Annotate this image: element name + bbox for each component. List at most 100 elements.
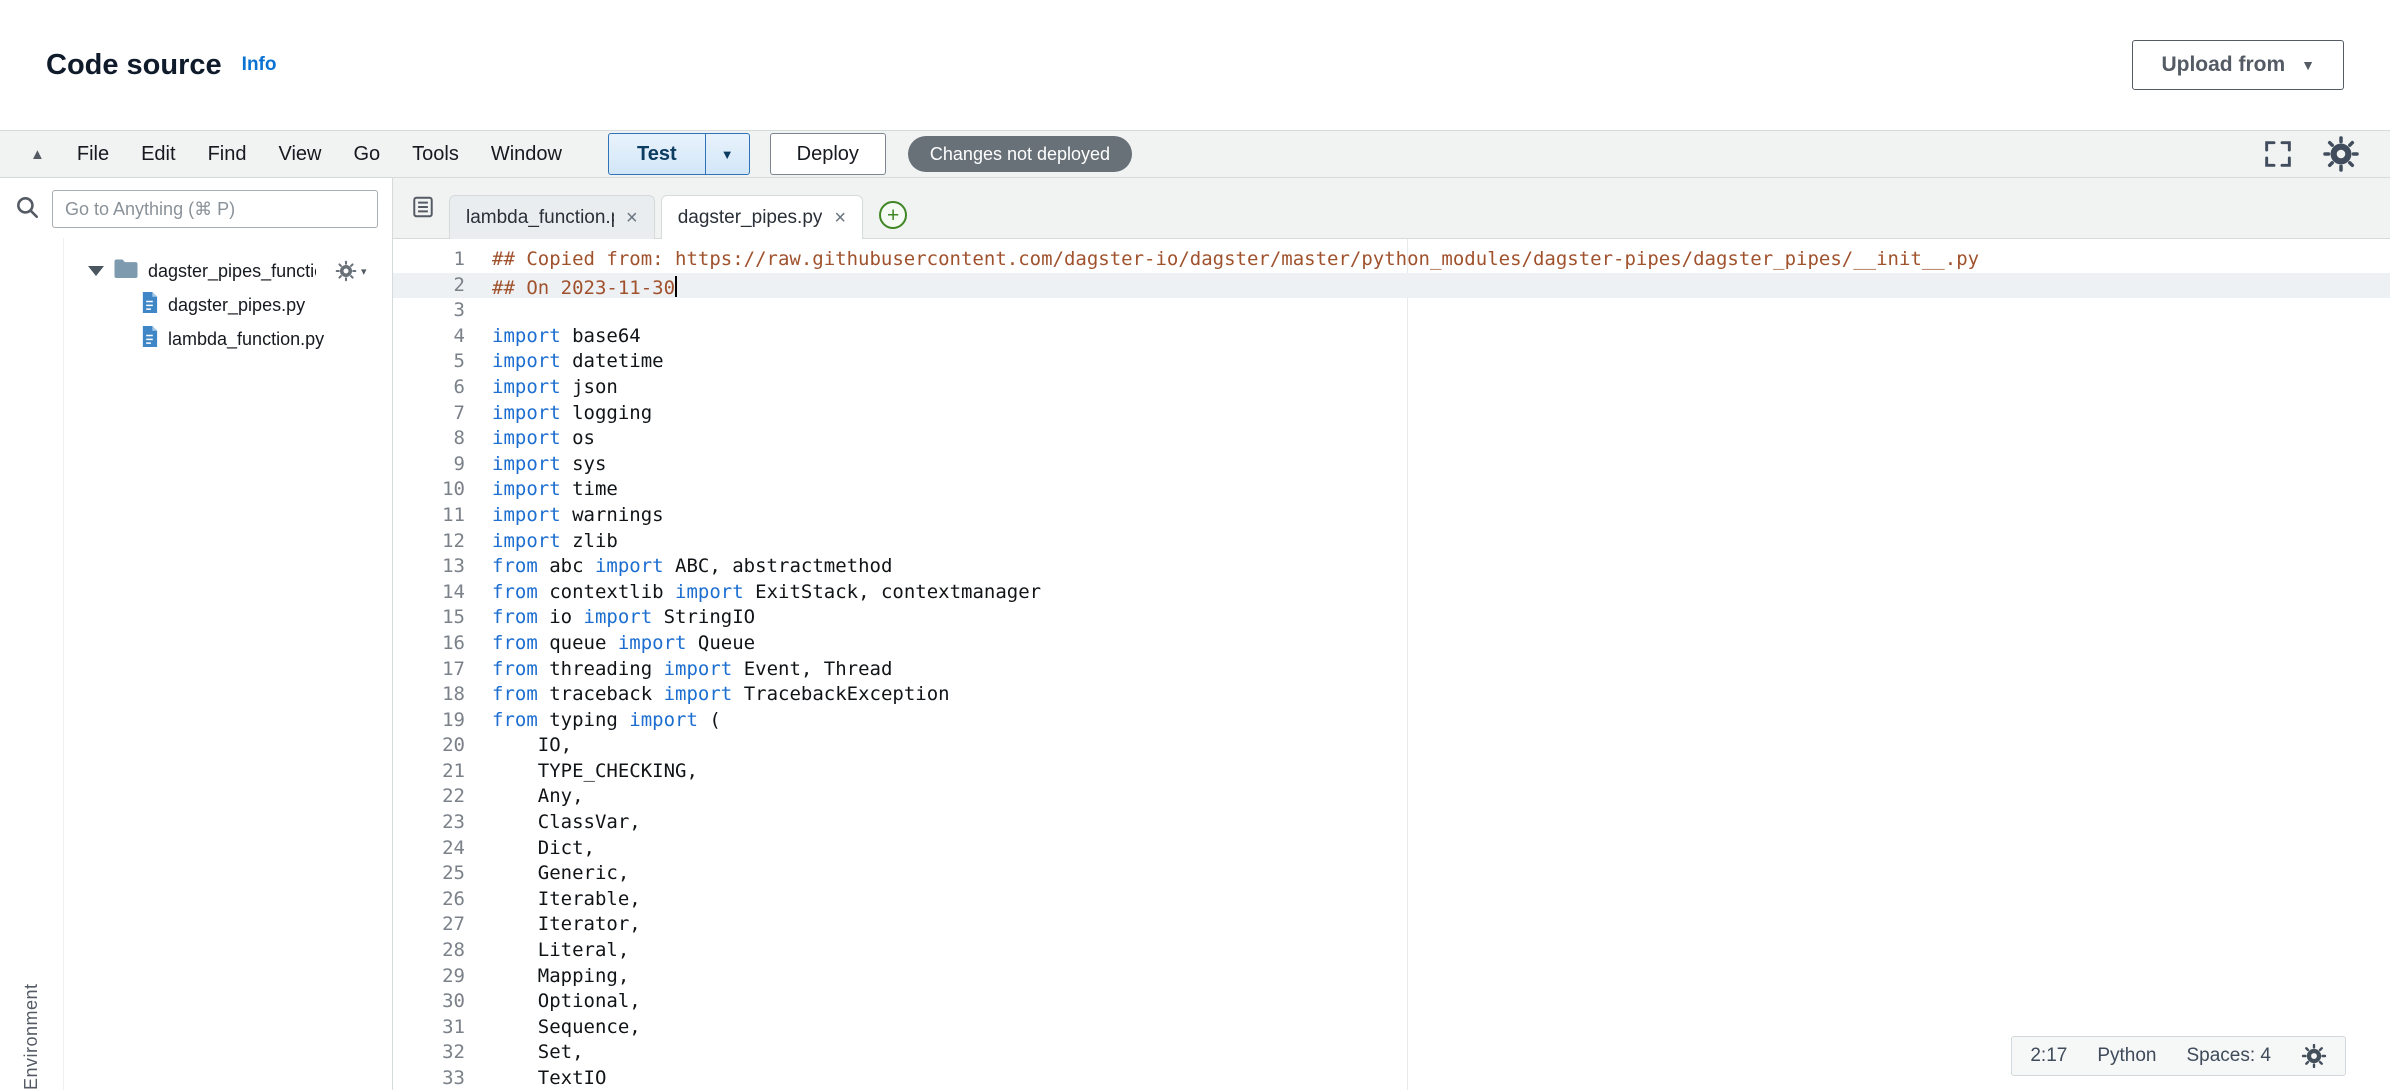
menu-file[interactable]: File — [61, 131, 125, 177]
line-number: 18 — [393, 682, 465, 708]
code-line: 24 Dict, — [393, 836, 2390, 862]
environment-strip: Environment — [0, 238, 64, 1090]
collapse-toolbar-icon[interactable]: ▲ — [30, 146, 45, 163]
tab-label: lambda_function.py — [466, 207, 614, 229]
sidebar: Environment dagster_pipes_function — [0, 178, 393, 1090]
line-number: 16 — [393, 631, 465, 657]
add-tab-icon[interactable]: + — [879, 201, 907, 229]
code-line: 15from io import StringIO — [393, 605, 2390, 631]
code-line: 29 Mapping, — [393, 964, 2390, 990]
statusbar-gear-icon[interactable] — [2301, 1043, 2327, 1069]
line-number: 1 — [393, 247, 465, 273]
editor-menubar: ▲ File Edit Find View Go Tools Window Te… — [0, 130, 2390, 178]
goto-anything-input[interactable] — [52, 190, 378, 228]
code-line: 30 Optional, — [393, 989, 2390, 1015]
code-line: 3 — [393, 298, 2390, 324]
line-number: 11 — [393, 503, 465, 529]
code-line: 20 IO, — [393, 733, 2390, 759]
upload-from-button[interactable]: Upload from ▼ — [2132, 40, 2344, 90]
caret-down-icon: ▼ — [2301, 57, 2315, 73]
fullscreen-icon[interactable] — [2262, 138, 2294, 170]
line-number: 26 — [393, 887, 465, 913]
line-number: 15 — [393, 605, 465, 631]
code-line: 22 Any, — [393, 784, 2390, 810]
line-number: 7 — [393, 401, 465, 427]
tab-lambda-function[interactable]: lambda_function.py × — [449, 195, 655, 239]
page-title: Code source — [46, 49, 222, 82]
menu-tools[interactable]: Tools — [396, 131, 475, 177]
folder-name: dagster_pipes_function — [148, 261, 316, 282]
line-number: 25 — [393, 861, 465, 887]
caret-down-icon: ▾ — [361, 265, 367, 278]
content-area: Environment dagster_pipes_function — [0, 178, 2390, 1090]
line-number: 4 — [393, 324, 465, 350]
menu-window[interactable]: Window — [475, 131, 578, 177]
line-number: 2 — [393, 273, 465, 299]
tree-folder-row[interactable]: dagster_pipes_function — [64, 254, 392, 288]
file-name: dagster_pipes.py — [168, 295, 305, 316]
close-icon[interactable]: × — [626, 208, 638, 228]
line-number: 3 — [393, 298, 465, 324]
code-line: 1## Copied from: https://raw.githubuserc… — [393, 247, 2390, 273]
code-line: 19from typing import ( — [393, 708, 2390, 734]
panel-header: Code source Info Upload from ▼ — [0, 0, 2390, 130]
code-line: 11import warnings — [393, 503, 2390, 529]
code-line: 26 Iterable, — [393, 887, 2390, 913]
code-line: 13from abc import ABC, abstractmethod — [393, 554, 2390, 580]
code-editor[interactable]: 1## Copied from: https://raw.githubuserc… — [393, 239, 2390, 1090]
menu-edit[interactable]: Edit — [125, 131, 191, 177]
test-dropdown-button[interactable]: ▼ — [705, 134, 749, 174]
code-line: 5import datetime — [393, 349, 2390, 375]
code-line: 17from threading import Event, Thread — [393, 657, 2390, 683]
line-number: 29 — [393, 964, 465, 990]
code-line: 21 TYPE_CHECKING, — [393, 759, 2390, 785]
text-cursor — [675, 276, 677, 297]
tab-list-icon[interactable] — [411, 195, 435, 224]
code-line: 27 Iterator, — [393, 912, 2390, 938]
test-split-button: Test ▼ — [608, 133, 750, 175]
spaces-setting[interactable]: Spaces: 4 — [2187, 1043, 2272, 1069]
language-mode[interactable]: Python — [2097, 1043, 2156, 1069]
menu-go[interactable]: Go — [337, 131, 396, 177]
code-line: 12import zlib — [393, 529, 2390, 555]
tab-bar: lambda_function.py × dagster_pipes.py × … — [393, 178, 2390, 239]
code-line: 10import time — [393, 477, 2390, 503]
close-icon[interactable]: × — [834, 208, 846, 228]
deploy-button[interactable]: Deploy — [770, 133, 886, 175]
line-number: 28 — [393, 938, 465, 964]
code-line: 28 Literal, — [393, 938, 2390, 964]
code-line: 6import json — [393, 375, 2390, 401]
upload-from-label: Upload from — [2161, 53, 2285, 77]
line-number: 33 — [393, 1066, 465, 1090]
editor-status-bar: 2:17 Python Spaces: 4 — [2011, 1036, 2346, 1076]
chevron-down-icon[interactable] — [88, 266, 104, 276]
test-button[interactable]: Test — [609, 134, 705, 174]
code-line: 4import base64 — [393, 324, 2390, 350]
line-number: 8 — [393, 426, 465, 452]
caret-down-icon: ▼ — [721, 147, 734, 162]
tab-dagster-pipes[interactable]: dagster_pipes.py × — [661, 195, 863, 239]
menu-find[interactable]: Find — [192, 131, 263, 177]
line-number: 27 — [393, 912, 465, 938]
menubar-right-icons — [2262, 135, 2368, 173]
environment-tab[interactable]: Environment — [21, 260, 42, 1090]
code-line: 25 Generic, — [393, 861, 2390, 887]
code-line: 8import os — [393, 426, 2390, 452]
python-file-icon — [140, 325, 159, 353]
tree-file-dagster-pipes[interactable]: dagster_pipes.py — [64, 288, 392, 322]
folder-settings-button[interactable]: ▾ — [335, 260, 367, 282]
lambda-code-editor: Code source Info Upload from ▼ ▲ File Ed… — [0, 0, 2390, 1090]
menu-view[interactable]: View — [262, 131, 337, 177]
settings-gear-icon[interactable] — [2322, 135, 2360, 173]
file-tree: dagster_pipes_function — [64, 254, 392, 356]
line-number: 31 — [393, 1015, 465, 1041]
python-file-icon — [140, 291, 159, 319]
line-number: 12 — [393, 529, 465, 555]
line-number: 22 — [393, 784, 465, 810]
code-lines: 1## Copied from: https://raw.githubuserc… — [393, 247, 2390, 1090]
editor-column: lambda_function.py × dagster_pipes.py × … — [393, 178, 2390, 1090]
line-number: 6 — [393, 375, 465, 401]
tree-file-lambda-function[interactable]: lambda_function.py — [64, 322, 392, 356]
cursor-position[interactable]: 2:17 — [2030, 1043, 2067, 1069]
info-link[interactable]: Info — [242, 54, 277, 76]
